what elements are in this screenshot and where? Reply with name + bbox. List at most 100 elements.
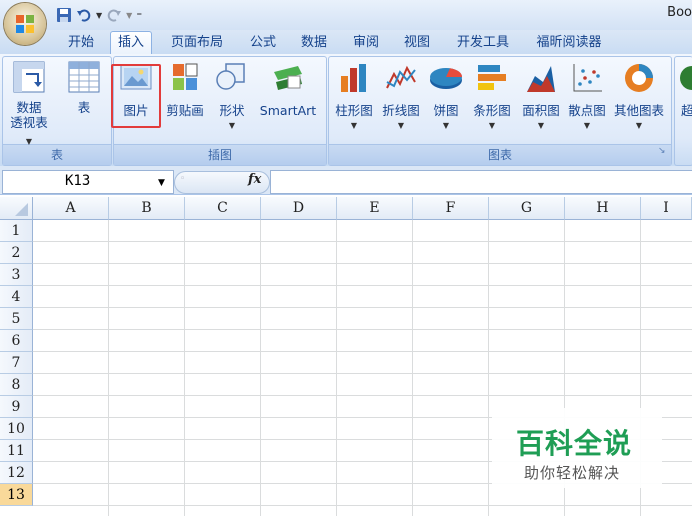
table-icon [68,61,100,93]
tab-view[interactable]: 视图 [397,33,437,53]
table-label: 表 [77,100,91,115]
column-chart-label: 柱形图 [335,103,373,118]
row-header-11[interactable]: 11 [0,440,33,462]
watermark-title: 百科全说 [516,427,633,460]
bar-chart-dropdown-icon: ▼ [488,121,496,130]
pie-chart-button[interactable]: 饼图 ▼ [426,62,466,133]
gridline-horizontal [33,351,692,352]
bar-chart-button[interactable]: 条形图 ▼ [468,62,516,133]
redo-icon[interactable] [106,7,122,23]
column-header-g[interactable]: G [489,197,565,220]
gridline-vertical [108,220,109,516]
scatter-chart-button[interactable]: 散点图 ▼ [563,62,611,133]
tab-foxit-reader[interactable]: 福昕阅读器 [528,33,610,53]
shapes-button[interactable]: 形状 ▼ [210,62,254,133]
column-header-a[interactable]: A [33,197,109,220]
tab-page-layout[interactable]: 页面布局 [164,33,230,53]
column-chart-dropdown-icon: ▼ [350,121,358,130]
picture-highlight-box [111,64,161,128]
select-all-triangle-icon [15,203,28,216]
area-chart-label: 面积图 [522,103,560,118]
gridline-horizontal [33,263,692,264]
line-chart-button[interactable]: 折线图 ▼ [377,62,425,133]
overflow-button[interactable]: 超 [676,62,692,118]
globe-icon [680,66,692,90]
row-header-12[interactable]: 12 [0,462,33,484]
shapes-label: 形状 [219,103,245,118]
pie-chart-label: 饼图 [433,103,459,118]
name-box-value: K13 [65,173,91,189]
column-header-e[interactable]: E [337,197,413,220]
formula-input[interactable] [270,170,692,194]
customize-qat-icon[interactable]: ⁼ [136,9,142,22]
column-header-b[interactable]: B [109,197,185,220]
other-charts-dropdown-icon: ▼ [635,121,643,130]
row-header-4[interactable]: 4 [0,286,33,308]
other-charts-icon [625,64,653,92]
overflow-label: 超 [681,103,692,118]
row-header-7[interactable]: 7 [0,352,33,374]
insert-function-button[interactable]: fx [248,172,261,187]
gridline-vertical [336,220,337,516]
office-button[interactable] [4,3,46,45]
row-header-2[interactable]: 2 [0,242,33,264]
undo-icon[interactable] [76,7,92,23]
other-charts-label: 其他图表 [613,103,664,118]
name-box[interactable]: K13 [2,170,174,194]
smartart-button[interactable]: SmartArt [254,62,322,118]
pie-chart-dropdown-icon: ▼ [442,121,450,130]
quick-access-toolbar: ▼ ▼ ⁼ [56,5,142,25]
bar-chart-icon [478,65,506,90]
column-header-d[interactable]: D [261,197,337,220]
area-chart-dropdown-icon: ▼ [537,121,545,130]
column-chart-icon [341,64,366,92]
row-header-3[interactable]: 3 [0,264,33,286]
shapes-dropdown-icon: ▼ [228,121,236,130]
pivot-table-label-1: 数据 [16,100,42,115]
column-header-c[interactable]: C [185,197,261,220]
column-header-h[interactable]: H [565,197,641,220]
column-chart-button[interactable]: 柱形图 ▼ [330,62,378,133]
column-header-i[interactable]: I [641,197,692,220]
row-header-5[interactable]: 5 [0,308,33,330]
watermark-subtitle: 助你轻松解决 [524,464,621,482]
pivot-dropdown-icon: ▼ [25,137,33,146]
tab-formulas[interactable]: 公式 [244,33,282,53]
row-header-8[interactable]: 8 [0,374,33,396]
tab-data[interactable]: 数据 [294,33,334,53]
smartart-icon [274,66,302,90]
name-box-dropdown-icon[interactable]: ▼ [158,178,165,188]
office-logo-icon [16,15,34,33]
select-all-corner[interactable] [0,197,33,220]
tab-developer[interactable]: 开发工具 [450,33,516,53]
other-charts-button[interactable]: 其他图表 ▼ [610,62,668,133]
gridline-vertical [488,220,489,516]
tab-review[interactable]: 审阅 [347,33,385,53]
window-title: Boo [667,5,692,20]
table-button[interactable]: 表 [62,60,106,115]
undo-dropdown-icon[interactable]: ▼ [96,11,102,20]
row-header-9[interactable]: 9 [0,396,33,418]
tab-insert[interactable]: 插入 [110,31,152,55]
clip-art-icon [173,63,198,90]
tab-home[interactable]: 开始 [62,33,100,53]
column-header-f[interactable]: F [413,197,489,220]
save-icon[interactable] [56,7,72,23]
bar-chart-label: 条形图 [473,103,511,118]
watermark: 百科全说 助你轻松解决 [492,408,662,488]
pie-chart-icon [430,68,463,89]
row-header-10[interactable]: 10 [0,418,33,440]
chart-dialog-launcher-icon[interactable]: ↘ [658,146,666,156]
area-chart-button[interactable]: 面积图 ▼ [517,62,565,133]
smartart-label: SmartArt [259,103,317,118]
row-header-13[interactable]: 13 [0,484,33,506]
line-chart-icon [386,65,416,89]
scatter-chart-dropdown-icon: ▼ [583,121,591,130]
formula-collapse-icon[interactable]: ◦ [180,174,185,184]
redo-dropdown-icon[interactable]: ▼ [126,11,132,20]
clip-art-button[interactable]: 剪贴画 [163,62,207,118]
line-chart-dropdown-icon: ▼ [397,121,405,130]
row-header-6[interactable]: 6 [0,330,33,352]
row-header-1[interactable]: 1 [0,220,33,242]
pivot-table-button[interactable]: 数据 透视表 ▼ [6,60,52,149]
